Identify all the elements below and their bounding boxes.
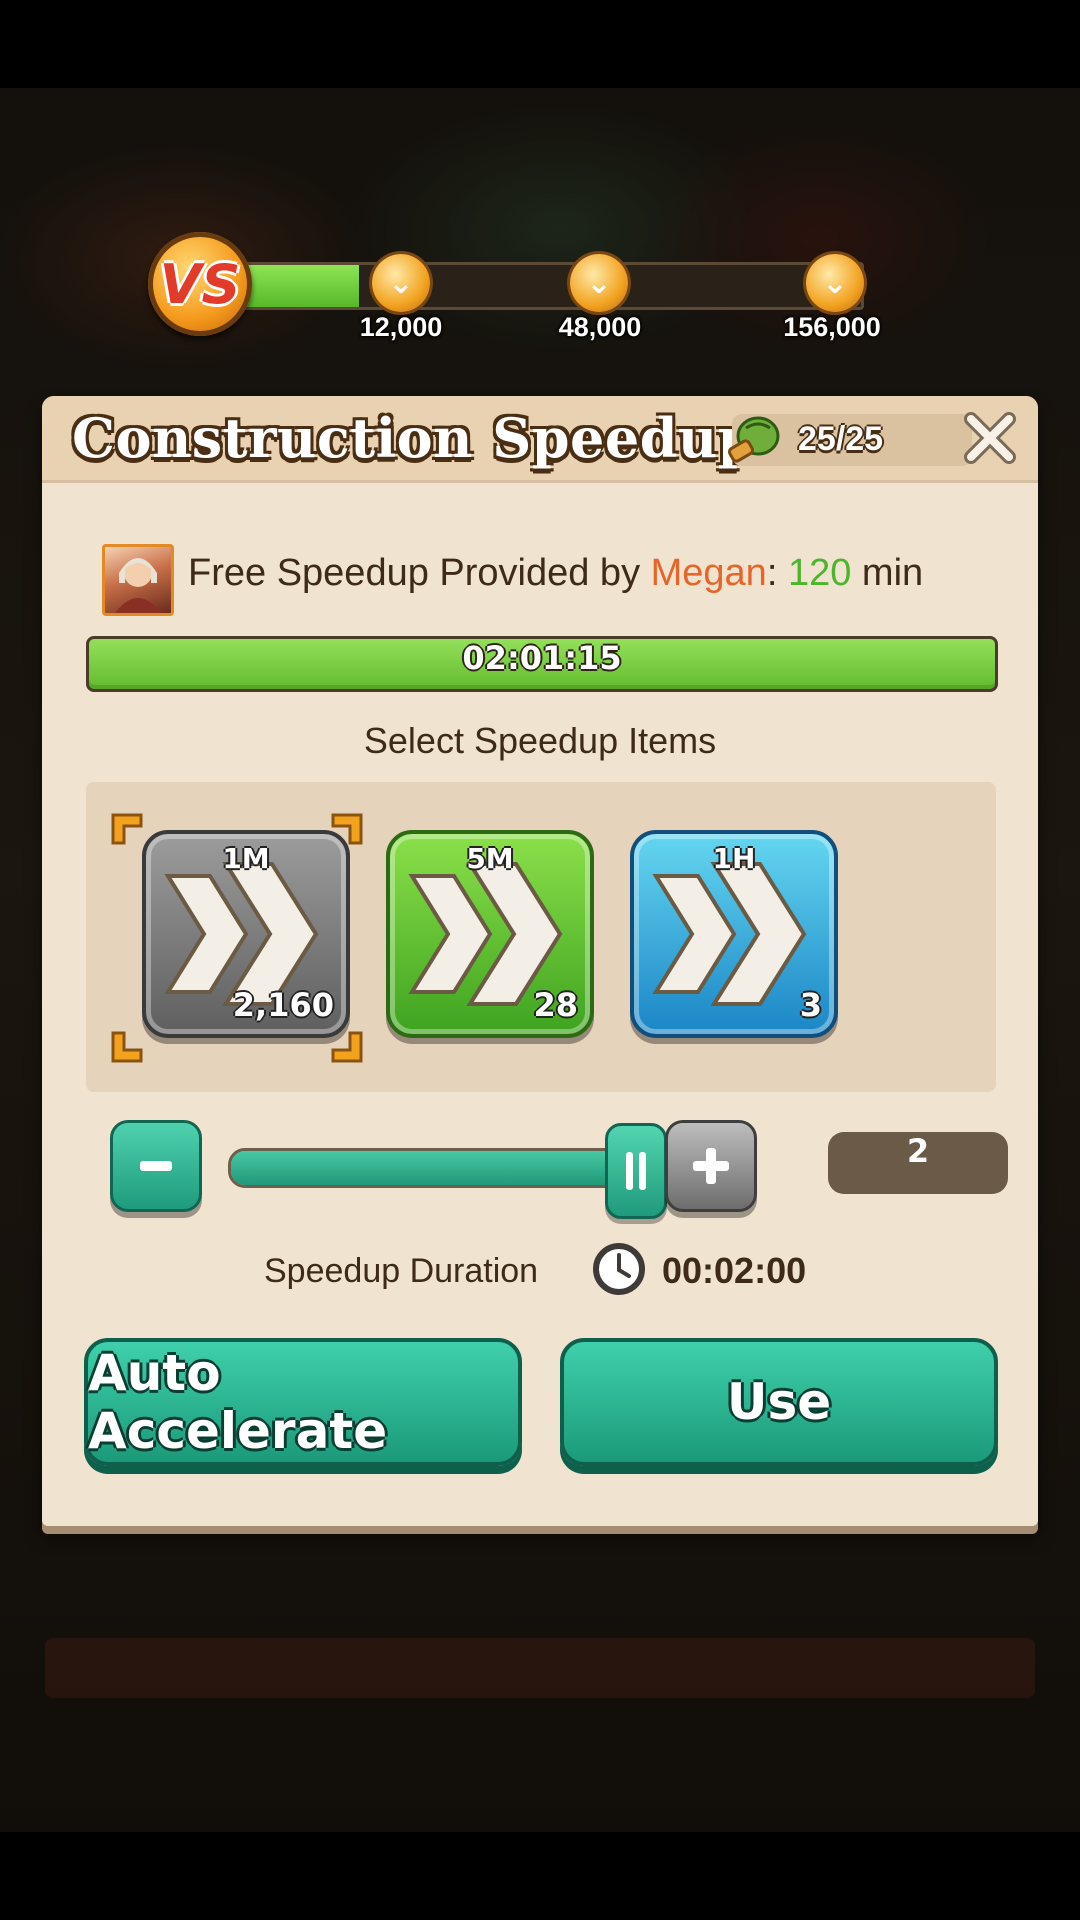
- duration-value: 00:02:00: [662, 1250, 807, 1291]
- quantity-input[interactable]: 2: [828, 1132, 1008, 1194]
- remaining-time-bar: 02:01:15: [86, 636, 998, 692]
- free-minutes-unit: min: [851, 552, 924, 594]
- milestone-label: 156,000: [783, 312, 881, 342]
- minus-icon: [140, 1161, 172, 1171]
- milestone-label: 12,000: [359, 312, 443, 342]
- quantity-selector: 2: [110, 1120, 1010, 1219]
- stamina-counter: 25/25: [727, 414, 972, 466]
- dialog-title: Construction Speedup: [72, 406, 756, 470]
- milestone-label: 48,000: [558, 312, 642, 342]
- construction-speedup-dialog: Construction Speedup 25/25 Free Speedup …: [42, 396, 1038, 1526]
- fist-icon: [727, 416, 780, 463]
- decrease-button[interactable]: [110, 1120, 202, 1212]
- slider-handle[interactable]: [605, 1123, 667, 1219]
- selection-corner-icon: [111, 813, 143, 845]
- plus-icon: [693, 1148, 729, 1184]
- close-icon: [964, 412, 1016, 464]
- quantity-slider[interactable]: [228, 1123, 667, 1219]
- use-button[interactable]: Use: [560, 1338, 998, 1466]
- auto-accelerate-button[interactable]: Auto Accelerate: [84, 1338, 522, 1466]
- speedup-chevron-icon: [652, 862, 807, 1006]
- clock-icon: [593, 1243, 645, 1295]
- free-minutes: 120: [787, 552, 852, 594]
- select-items-label: Select Speedup Items: [363, 720, 717, 761]
- stamina-text: 25/25: [798, 420, 884, 458]
- hero-portrait[interactable]: [102, 544, 174, 616]
- hero-avatar-icon: [115, 558, 161, 613]
- item-count: 2,160: [232, 986, 334, 1024]
- speedup-item-1h[interactable]: 1H 3: [630, 830, 838, 1038]
- speedup-chevron-icon: [408, 862, 563, 1006]
- item-count: 3: [799, 986, 822, 1024]
- free-speedup-prefix: Free Speedup Provided by: [188, 552, 651, 594]
- item-duration: 5M: [466, 842, 514, 875]
- speedup-item-1m[interactable]: 1M 2,160: [142, 830, 350, 1038]
- milestone-chest-icon[interactable]: ⌄: [806, 254, 864, 312]
- free-speedup-separator: :: [766, 552, 788, 594]
- background-row: [45, 1638, 1035, 1698]
- free-speedup-text: Free Speedup Provided by Megan: 120 min: [188, 552, 923, 595]
- close-button[interactable]: [960, 408, 1020, 468]
- item-duration: 1H: [712, 842, 756, 875]
- slider-fill: [231, 1151, 651, 1185]
- hero-name: Megan: [650, 552, 767, 594]
- remaining-time: 02:01:15: [462, 639, 622, 677]
- selection-corner-icon: [111, 1031, 143, 1063]
- item-count: 28: [533, 986, 578, 1024]
- speedup-items-area: 1M 2,160 5M 28 1H 3: [86, 782, 996, 1092]
- increase-button[interactable]: [665, 1120, 757, 1212]
- milestone-chest-icon[interactable]: ⌄: [570, 254, 628, 312]
- milestone-chest-icon[interactable]: ⌄: [372, 254, 430, 312]
- event-progress-track: [238, 262, 864, 310]
- item-duration: 1M: [222, 842, 270, 875]
- event-progress-fill: [241, 265, 359, 307]
- speedup-item-5m[interactable]: 5M 28: [386, 830, 594, 1038]
- dialog-header: Construction Speedup 25/25: [42, 396, 1038, 483]
- vs-badge-icon[interactable]: VS: [148, 232, 252, 336]
- speedup-chevron-icon: [164, 862, 319, 1006]
- speedup-duration-row: Speedup Duration 00:02:00: [42, 1242, 1038, 1298]
- duration-label: Speedup Duration: [264, 1252, 539, 1290]
